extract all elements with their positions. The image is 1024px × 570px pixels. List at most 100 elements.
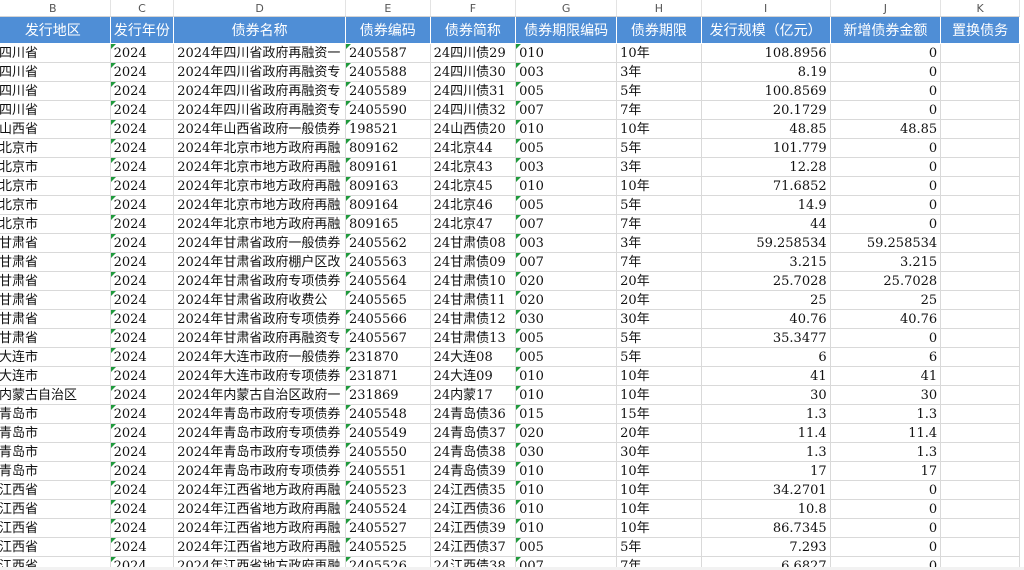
table-cell[interactable]: 17 (830, 461, 942, 481)
table-cell[interactable] (940, 385, 1020, 405)
table-cell[interactable]: 2405588 (345, 62, 431, 82)
table-cell[interactable]: 010 (515, 385, 618, 405)
table-cell[interactable]: 2024年山西省政府一般债券 (173, 119, 346, 139)
table-cell[interactable]: 005 (515, 537, 618, 557)
table-cell[interactable]: 四川省 (0, 81, 111, 101)
table-cell[interactable]: 1.3 (701, 404, 831, 424)
table-cell[interactable]: 甘肃省 (0, 309, 111, 329)
table-cell[interactable]: 2024 (110, 43, 175, 63)
header-cell[interactable]: 债券编码 (345, 16, 431, 44)
table-cell[interactable] (940, 176, 1020, 196)
table-cell[interactable]: 7年 (616, 214, 702, 234)
table-cell[interactable]: 24甘肃债09 (430, 252, 517, 272)
table-cell[interactable]: 24青岛债38 (430, 442, 517, 462)
table-cell[interactable]: 24青岛债36 (430, 404, 517, 424)
table-cell[interactable]: 809162 (345, 138, 431, 158)
table-cell[interactable]: 24北京44 (430, 138, 517, 158)
header-cell[interactable]: 发行年份 (110, 16, 175, 44)
table-cell[interactable]: 2024年大连市政府一般债券 (173, 347, 346, 367)
table-cell[interactable]: 2024年北京市地方政府再融 (173, 157, 346, 177)
table-cell[interactable]: 24江西债35 (430, 480, 517, 500)
table-cell[interactable]: 10年 (616, 119, 702, 139)
table-cell[interactable]: 10年 (616, 385, 702, 405)
table-cell[interactable]: 2405565 (345, 290, 431, 310)
table-cell[interactable]: 809165 (345, 214, 431, 234)
table-cell[interactable] (940, 328, 1020, 348)
table-cell[interactable] (940, 81, 1020, 101)
table-cell[interactable]: 0 (830, 62, 942, 82)
table-cell[interactable]: 17 (701, 461, 831, 481)
table-cell[interactable]: 24四川债30 (430, 62, 517, 82)
table-cell[interactable]: 北京市 (0, 176, 111, 196)
table-cell[interactable]: 1.3 (830, 442, 942, 462)
table-cell[interactable]: 北京市 (0, 157, 111, 177)
table-cell[interactable]: 江西省 (0, 499, 111, 519)
table-cell[interactable]: 24北京43 (430, 157, 517, 177)
table-cell[interactable]: 12.28 (701, 157, 831, 177)
table-cell[interactable] (940, 309, 1020, 329)
table-cell[interactable]: 0 (830, 328, 942, 348)
table-cell[interactable]: 24甘肃债11 (430, 290, 517, 310)
table-cell[interactable] (940, 233, 1020, 253)
table-cell[interactable]: 2024 (110, 423, 175, 443)
table-cell[interactable]: 2024年大连市政府专项债券 (173, 366, 346, 386)
table-cell[interactable]: 5年 (616, 195, 702, 215)
table-cell[interactable]: 2024 (110, 176, 175, 196)
table-cell[interactable]: 10年 (616, 176, 702, 196)
table-cell[interactable]: 2405550 (345, 442, 431, 462)
table-cell[interactable]: 5年 (616, 81, 702, 101)
table-cell[interactable]: 2024年北京市地方政府再融 (173, 195, 346, 215)
table-cell[interactable]: 0 (830, 537, 942, 557)
table-cell[interactable]: 100.8569 (701, 81, 831, 101)
table-cell[interactable]: 2024年四川省政府再融资专 (173, 62, 346, 82)
table-cell[interactable]: 40.76 (701, 309, 831, 329)
table-cell[interactable]: 0 (830, 157, 942, 177)
table-cell[interactable]: 2024 (110, 81, 175, 101)
table-cell[interactable]: 11.4 (701, 423, 831, 443)
table-cell[interactable]: 2024 (110, 290, 175, 310)
table-cell[interactable]: 24内蒙17 (430, 385, 517, 405)
table-cell[interactable]: 2405566 (345, 309, 431, 329)
table-cell[interactable]: 2024 (110, 119, 175, 139)
table-cell[interactable]: 2405523 (345, 480, 431, 500)
table-cell[interactable] (940, 518, 1020, 538)
table-cell[interactable]: 青岛市 (0, 461, 111, 481)
header-cell[interactable]: 发行规模（亿元） (701, 16, 831, 44)
table-cell[interactable]: 1.3 (701, 442, 831, 462)
table-cell[interactable]: 24四川债29 (430, 43, 517, 63)
table-cell[interactable] (940, 347, 1020, 367)
table-cell[interactable] (940, 480, 1020, 500)
table-cell[interactable]: 10年 (616, 461, 702, 481)
table-cell[interactable]: 3.215 (701, 252, 831, 272)
table-cell[interactable]: 24青岛债37 (430, 423, 517, 443)
table-cell[interactable]: 2405548 (345, 404, 431, 424)
column-letter-j[interactable]: J (830, 0, 942, 17)
table-cell[interactable]: 48.85 (701, 119, 831, 139)
table-cell[interactable]: 59.258534 (830, 233, 942, 253)
table-cell[interactable]: 010 (515, 176, 618, 196)
table-cell[interactable]: 北京市 (0, 138, 111, 158)
table-cell[interactable]: 2024 (110, 195, 175, 215)
table-cell[interactable]: 0 (830, 480, 942, 500)
table-cell[interactable] (940, 442, 1020, 462)
table-cell[interactable]: 010 (515, 499, 618, 519)
table-cell[interactable]: 2024 (110, 480, 175, 500)
table-cell[interactable]: 010 (515, 119, 618, 139)
table-cell[interactable]: 15年 (616, 404, 702, 424)
table-cell[interactable]: 30年 (616, 309, 702, 329)
table-cell[interactable]: 007 (515, 100, 618, 120)
table-cell[interactable]: 2024 (110, 214, 175, 234)
table-cell[interactable]: 甘肃省 (0, 328, 111, 348)
table-cell[interactable]: 24北京47 (430, 214, 517, 234)
table-cell[interactable]: 24北京46 (430, 195, 517, 215)
table-cell[interactable]: 大连市 (0, 347, 111, 367)
table-cell[interactable]: 231869 (345, 385, 431, 405)
table-cell[interactable]: 007 (515, 214, 618, 234)
table-cell[interactable]: 大连市 (0, 366, 111, 386)
table-cell[interactable]: 2405567 (345, 328, 431, 348)
table-cell[interactable]: 003 (515, 157, 618, 177)
table-cell[interactable]: 010 (515, 480, 618, 500)
table-cell[interactable]: 2405549 (345, 423, 431, 443)
table-cell[interactable]: 20.1729 (701, 100, 831, 120)
table-cell[interactable]: 003 (515, 62, 618, 82)
